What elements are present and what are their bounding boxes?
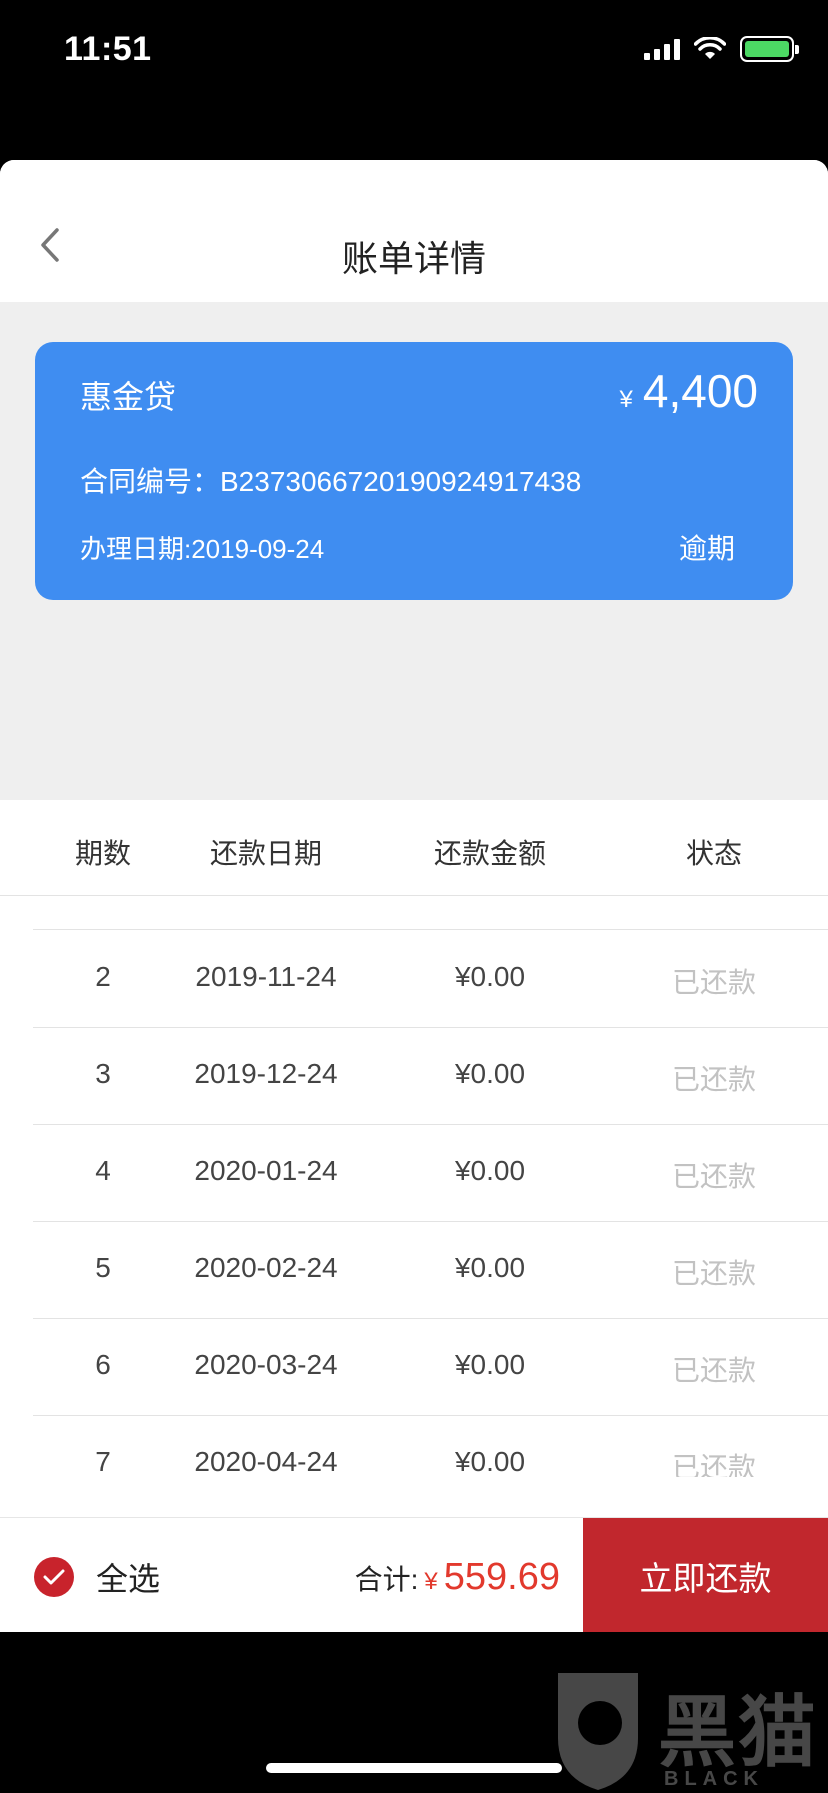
cell-status: 已还款 (671, 1258, 757, 1289)
nav-bar: 账单详情 (0, 160, 828, 302)
total-amount: 合计: ¥ 559.69 (355, 1556, 560, 1599)
loan-amount: ¥ 4,400 (620, 364, 758, 418)
cell-period: 3 (95, 1058, 111, 1089)
divider (33, 929, 828, 930)
cell-date: 2019-11-24 (195, 961, 337, 992)
cell-period: 4 (95, 1155, 111, 1186)
cell-status: 已还款 (671, 967, 757, 998)
page-title: 账单详情 (341, 238, 486, 279)
battery-icon (740, 36, 799, 62)
cell-amount: ¥0.00 (454, 1058, 526, 1089)
cell-status: 已还款 (671, 1064, 757, 1095)
watermark-sub: BLACK CAT (664, 1768, 764, 1793)
header-date: 还款日期 (209, 838, 323, 869)
table-row[interactable]: 6 2020-03-24 ¥0.00 已还款 (0, 1319, 828, 1416)
footer-bar: 全选 合计: ¥ 559.69 立即还款 (0, 1517, 828, 1632)
cell-amount: ¥0.00 (454, 1155, 526, 1186)
home-indicator[interactable] (266, 1763, 562, 1773)
summary-area: 惠金贷 ¥ 4,400 合同编号：B2373066720190924917438… (0, 302, 828, 800)
cell-date: 2020-03-24 (194, 1349, 338, 1380)
product-name: 惠金贷 (80, 379, 177, 415)
total-currency: ¥ (424, 1568, 438, 1595)
cell-period: 7 (95, 1446, 111, 1477)
table-header: 期数 还款日期 还款金额 状态 (0, 800, 828, 896)
select-all[interactable]: 全选 (34, 1554, 160, 1600)
cell-period: 2 (95, 961, 111, 992)
cell-date: 2020-01-24 (194, 1155, 338, 1186)
loan-status: 逾期 (678, 533, 735, 564)
status-bar: 11:51 (0, 0, 828, 100)
contract-number: 合同编号：B2373066720190924917438 (80, 466, 582, 497)
select-all-label: 全选 (96, 1561, 161, 1597)
status-icons (644, 36, 799, 62)
amount-value: 4,400 (642, 365, 758, 417)
wifi-icon (694, 37, 726, 59)
loan-card: 惠金贷 ¥ 4,400 合同编号：B2373066720190924917438… (35, 342, 793, 600)
status-time: 11:51 (64, 30, 152, 68)
cell-period: 6 (95, 1349, 111, 1380)
cell-amount: ¥0.00 (454, 1252, 526, 1283)
cell-date: 2020-04-24 (194, 1446, 338, 1477)
watermark-logo: 黑猫 BLACK CAT (548, 1668, 818, 1793)
cell-period: 5 (95, 1252, 111, 1283)
cell-amount: ¥0.00 (454, 1349, 526, 1380)
table-row[interactable]: 2 2019-11-24 ¥0.00 已还款 (0, 931, 828, 1028)
cell-date: 2020-02-24 (194, 1252, 338, 1283)
total-value: 559.69 (443, 1556, 560, 1598)
table-row[interactable]: 3 2019-12-24 ¥0.00 已还款 (0, 1028, 828, 1125)
table-row[interactable]: 5 2020-02-24 ¥0.00 已还款 (0, 1222, 828, 1319)
header-status: 状态 (685, 838, 743, 869)
header-period: 期数 (74, 838, 132, 869)
checkmark-icon[interactable] (34, 1557, 74, 1597)
table-row[interactable]: 4 2020-01-24 ¥0.00 已还款 (0, 1125, 828, 1222)
pay-now-button[interactable]: 立即还款 (583, 1518, 828, 1632)
installment-list: 2 2019-11-24 ¥0.00 已还款 3 2019-12-24 ¥0.00 已还款 4 2… (0, 897, 828, 1477)
watermark-text: 黑猫 (658, 1688, 819, 1776)
cell-amount: ¥0.00 (454, 961, 526, 992)
bill-detail-sheet: 账单详情 惠金贷 ¥ 4,400 合同编号：B23730667201909249… (0, 160, 828, 1632)
cell-date: 2019-12-24 (194, 1058, 338, 1089)
issue-date: 办理日期:2019-09-24 (80, 534, 325, 564)
cell-amount: ¥0.00 (454, 1446, 526, 1477)
currency-symbol: ¥ (619, 386, 633, 413)
cell-status: 已还款 (671, 1452, 757, 1477)
cell-status: 已还款 (671, 1355, 757, 1386)
header-amount: 还款金额 (433, 838, 547, 869)
cellular-signal-icon (644, 38, 680, 60)
table-row[interactable]: 7 2020-04-24 ¥0.00 已还款 (0, 1416, 828, 1477)
cell-status: 已还款 (671, 1161, 757, 1192)
total-label: 合计: (354, 1564, 419, 1595)
